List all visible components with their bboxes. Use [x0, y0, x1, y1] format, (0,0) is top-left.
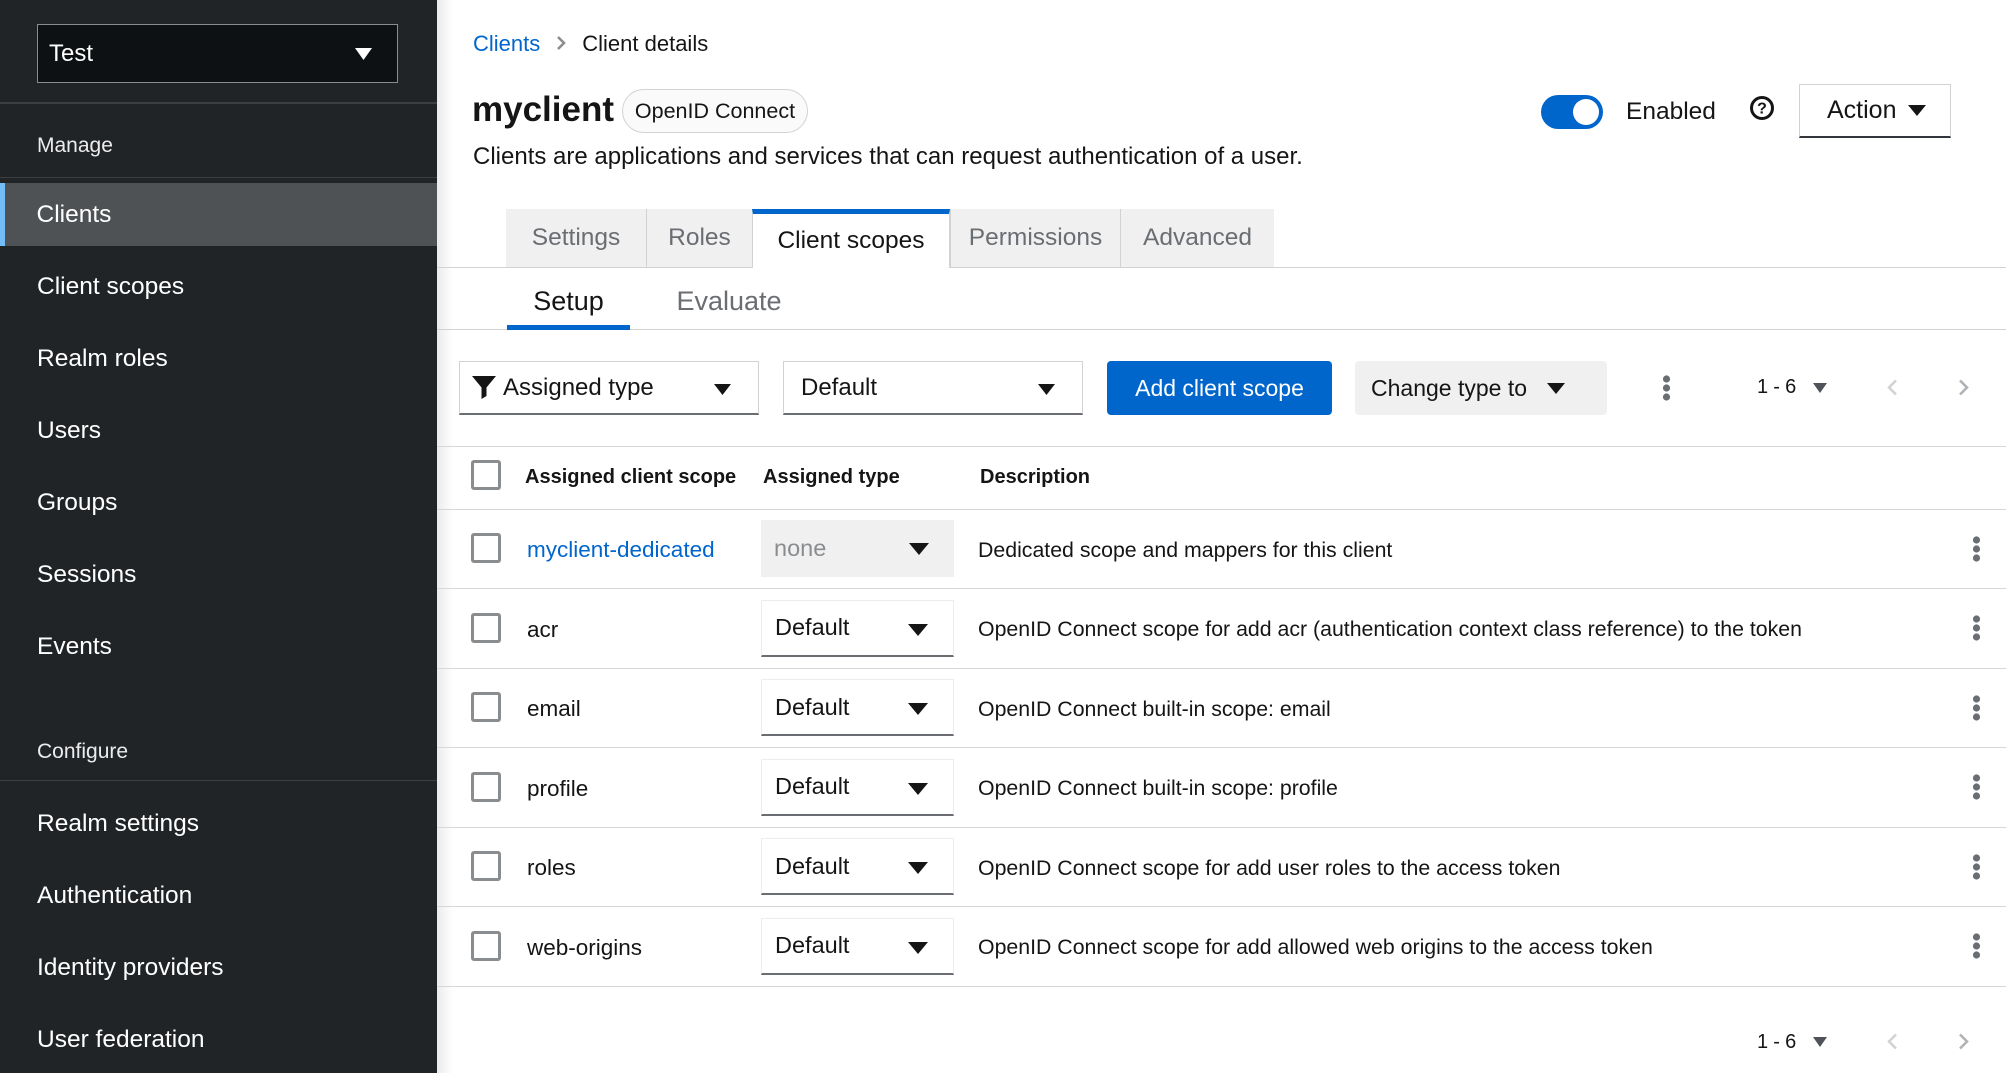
svg-text:?: ? — [1757, 101, 1767, 118]
